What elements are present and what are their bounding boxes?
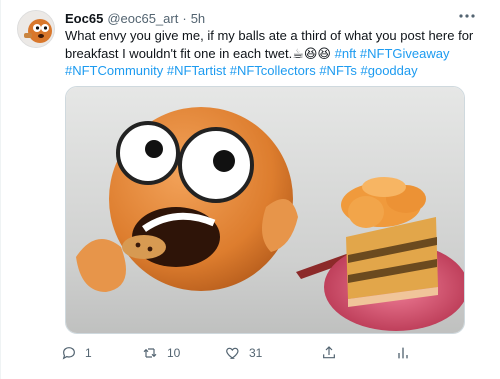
tweet-text: What envy you give me, if my balls ate a… bbox=[65, 27, 485, 80]
hashtags-line2: #NFTCommunity #NFTartist #NFTcollectors … bbox=[65, 63, 418, 78]
share-button[interactable] bbox=[321, 345, 395, 361]
hashtags-line1: #nft #NFTGiveaway bbox=[335, 46, 450, 61]
hashtag-nft[interactable]: #nft bbox=[335, 46, 357, 61]
hashtag-nftgiveaway[interactable]: #NFTGiveaway bbox=[360, 46, 450, 61]
author-avatar[interactable] bbox=[17, 10, 55, 48]
more-icon bbox=[459, 14, 475, 18]
retweet-icon bbox=[143, 348, 157, 358]
tweet-header: Eoc65 @eoc65_art · 5h bbox=[65, 8, 460, 28]
like-count: 31 bbox=[249, 346, 263, 360]
reply-button[interactable]: 1 bbox=[61, 345, 141, 361]
tweet-card[interactable]: Eoc65 @eoc65_art · 5h What envy you give… bbox=[0, 0, 500, 379]
hashtag-nfts[interactable]: #NFTs bbox=[319, 63, 357, 78]
like-icon bbox=[226, 347, 239, 359]
retweet-button[interactable]: 10 bbox=[141, 345, 225, 361]
separator-dot: · bbox=[182, 10, 187, 26]
hashtag-nftartist[interactable]: #NFTartist bbox=[167, 63, 226, 78]
hashtag-nftcollectors[interactable]: #NFTcollectors bbox=[230, 63, 316, 78]
share-icon bbox=[323, 346, 335, 359]
hashtag-goodday[interactable]: #goodday bbox=[361, 63, 418, 78]
hashtag-nftcommunity[interactable]: #NFTCommunity bbox=[65, 63, 163, 78]
tweet-media[interactable] bbox=[65, 86, 465, 334]
tweet-actions: 1 10 31 bbox=[61, 342, 441, 364]
media-image bbox=[66, 87, 464, 333]
analytics-icon bbox=[398, 347, 408, 359]
author-name[interactable]: Eoc65 bbox=[65, 11, 103, 26]
tweet-time[interactable]: 5h bbox=[191, 11, 205, 26]
author-handle[interactable]: @eoc65_art bbox=[107, 11, 178, 26]
avatar-image bbox=[18, 11, 54, 47]
analytics-button[interactable] bbox=[395, 345, 411, 361]
more-options-button[interactable] bbox=[456, 6, 478, 26]
reply-count: 1 bbox=[85, 346, 92, 360]
like-button[interactable]: 31 bbox=[225, 345, 321, 361]
reply-icon bbox=[62, 347, 75, 360]
retweet-count: 10 bbox=[167, 346, 181, 360]
